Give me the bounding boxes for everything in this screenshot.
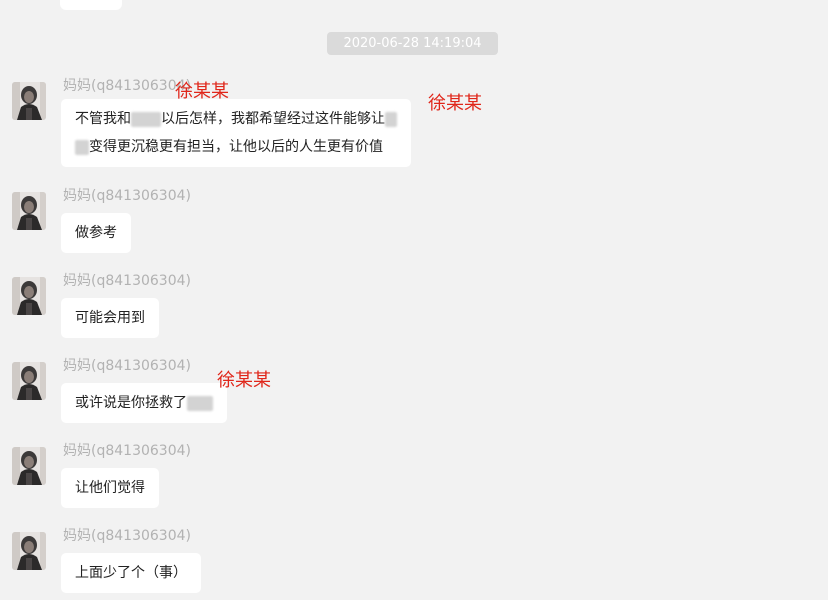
message-bubble[interactable]: 让他们觉得 [61, 468, 159, 508]
redacted-text [75, 139, 89, 155]
message-text: 变得更沉稳更有担当，让他以后的人生更有价值 [89, 139, 383, 155]
message-text: 不管我和 [75, 111, 131, 127]
avatar[interactable] [12, 362, 46, 400]
annotation-label: 徐某某 [217, 370, 271, 391]
sender-name: 妈妈(q841306304) [63, 78, 191, 94]
avatar[interactable] [12, 82, 46, 120]
message-line: 变得更沉稳更有担当，让他以后的人生更有价值 [75, 133, 397, 161]
redacted-text [385, 111, 397, 127]
avatar[interactable] [12, 277, 46, 315]
annotation-label: 徐某某 [428, 93, 482, 114]
message-bubble[interactable]: 可能会用到 [61, 298, 159, 338]
sender-name: 妈妈(q841306304) [63, 528, 191, 544]
message-bubble[interactable]: 做参考 [61, 213, 131, 253]
sender-name: 妈妈(q841306304) [63, 188, 191, 204]
message-line: 不管我和 以后怎样，我都希望经过这件能够让 [75, 105, 397, 133]
annotation-label: 徐某某 [175, 81, 229, 102]
sender-name: 妈妈(q841306304) [63, 358, 191, 374]
message-bubble[interactable]: 上面少了个（事） [61, 553, 201, 593]
previous-message-bubble [60, 0, 122, 10]
redacted-text [187, 395, 213, 411]
sender-name: 妈妈(q841306304) [63, 443, 191, 459]
avatar[interactable] [12, 447, 46, 485]
message-timestamp: 2020-06-28 14:19:04 [327, 32, 498, 55]
message-text: 或许说是你拯救了 [75, 395, 187, 411]
avatar[interactable] [12, 192, 46, 230]
message-text: 以后怎样，我都希望经过这件能够让 [161, 111, 385, 127]
message-bubble[interactable]: 或许说是你拯救了 [61, 383, 227, 423]
avatar[interactable] [12, 532, 46, 570]
redacted-text [131, 111, 161, 127]
sender-name: 妈妈(q841306304) [63, 273, 191, 289]
message-bubble[interactable]: 不管我和 以后怎样，我都希望经过这件能够让 变得更沉稳更有担当，让他以后的人生更有… [61, 99, 411, 167]
